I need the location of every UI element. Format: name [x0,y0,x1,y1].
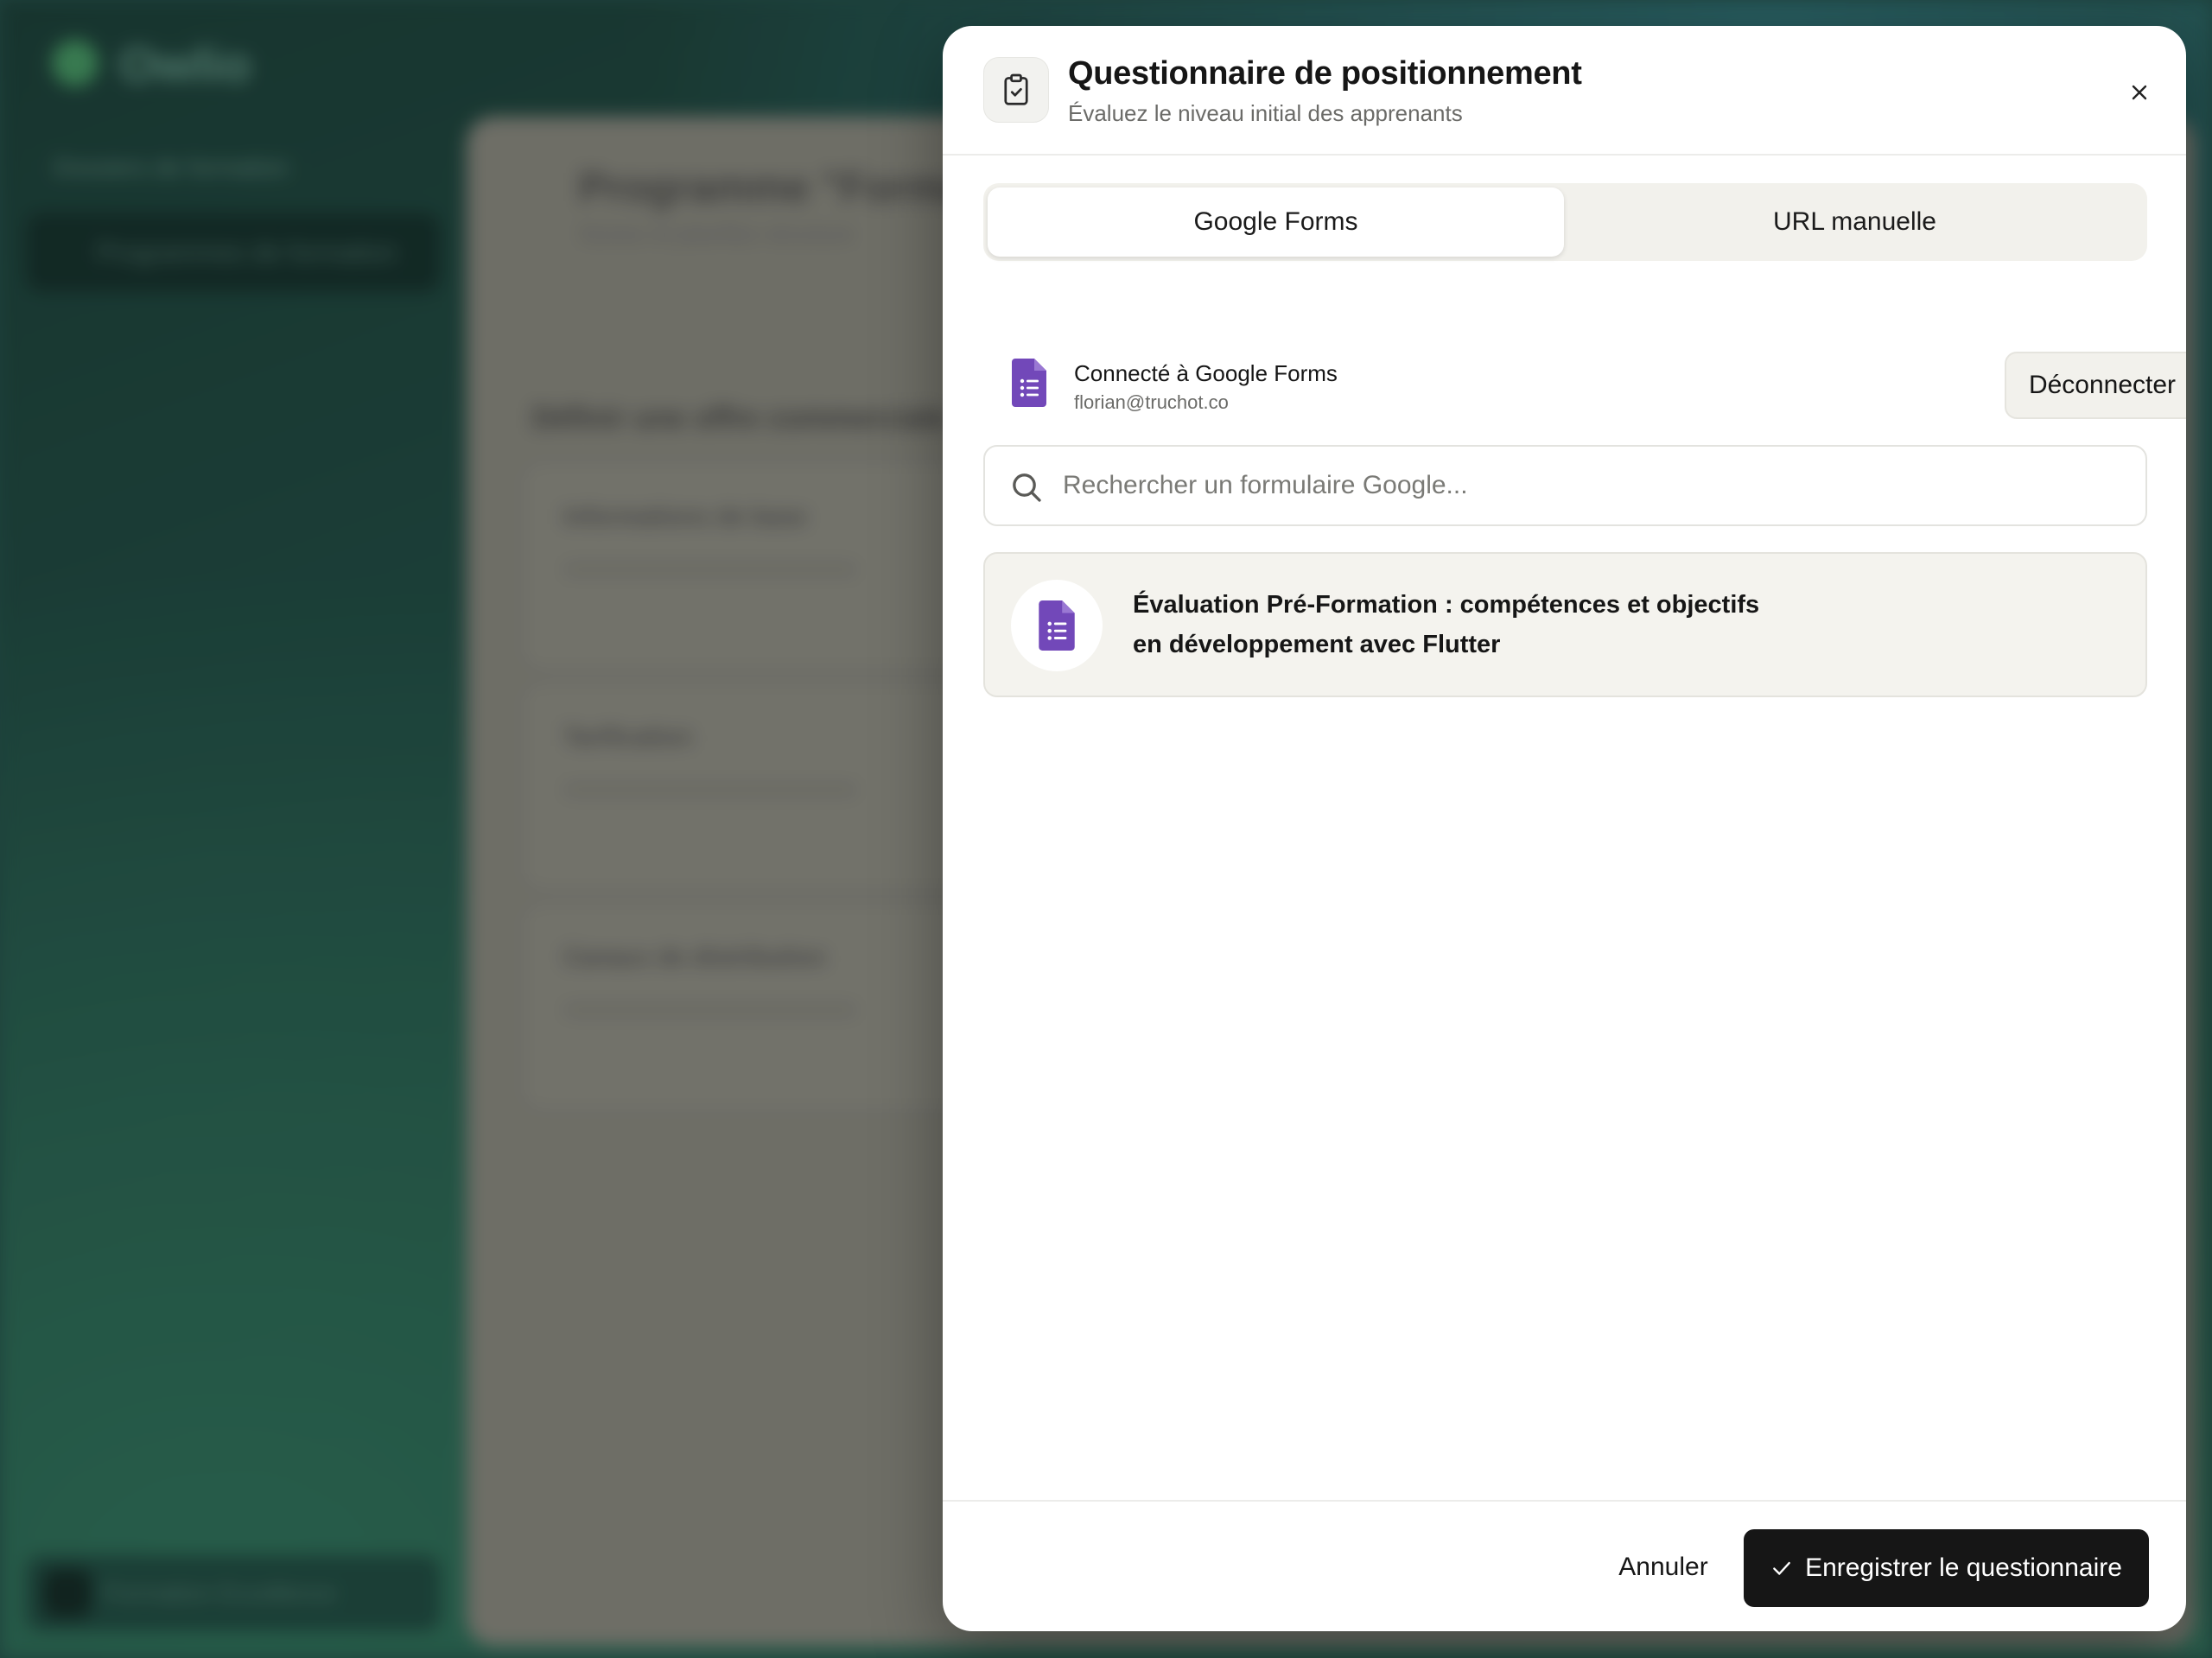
google-forms-icon [1039,600,1075,651]
form-result-title: Évaluation Pré-Formation : compétences e… [1133,591,1760,658]
modal-title: Questionnaire de positionnement [1068,55,1582,92]
tab-google-forms[interactable]: Google Forms [988,187,1564,257]
questionnaire-modal: Questionnaire de positionnement Évaluez … [943,26,2186,1631]
save-questionnaire-button[interactable]: Enregistrer le questionnaire [1744,1529,2149,1607]
search-icon [1013,473,1041,502]
tab-url-manuelle[interactable]: URL manuelle [1567,187,2143,257]
clipboard-check-icon [983,57,1049,123]
check-icon [1770,1557,1793,1579]
cancel-button[interactable]: Annuler [1590,1529,1737,1605]
form-result-item[interactable]: Évaluation Pré-Formation : compétences e… [983,552,2147,697]
close-button[interactable] [2118,71,2161,114]
connection-title: Connecté à Google Forms [1074,360,1338,386]
search-input[interactable] [1063,448,2126,523]
result-icon-container [1011,580,1103,671]
modal-subtitle: Évaluez le niveau initial des apprenants [1068,100,1463,126]
search-box [983,445,2147,526]
connection-email: florian@truchot.co [1074,391,1229,413]
close-icon [2132,85,2147,100]
google-forms-icon [1012,359,1046,407]
save-button-label: Enregistrer le questionnaire [1805,1553,2122,1582]
google-connection-status: Connecté à Google Forms florian@truchot.… [983,324,2186,445]
disconnect-button[interactable]: Déconnecter [2005,352,2186,419]
modal-footer: Annuler Enregistrer le questionnaire [943,1500,2186,1631]
modal-header: Questionnaire de positionnement Évaluez … [943,26,2186,156]
source-tabs: Google Forms URL manuelle [983,183,2147,261]
